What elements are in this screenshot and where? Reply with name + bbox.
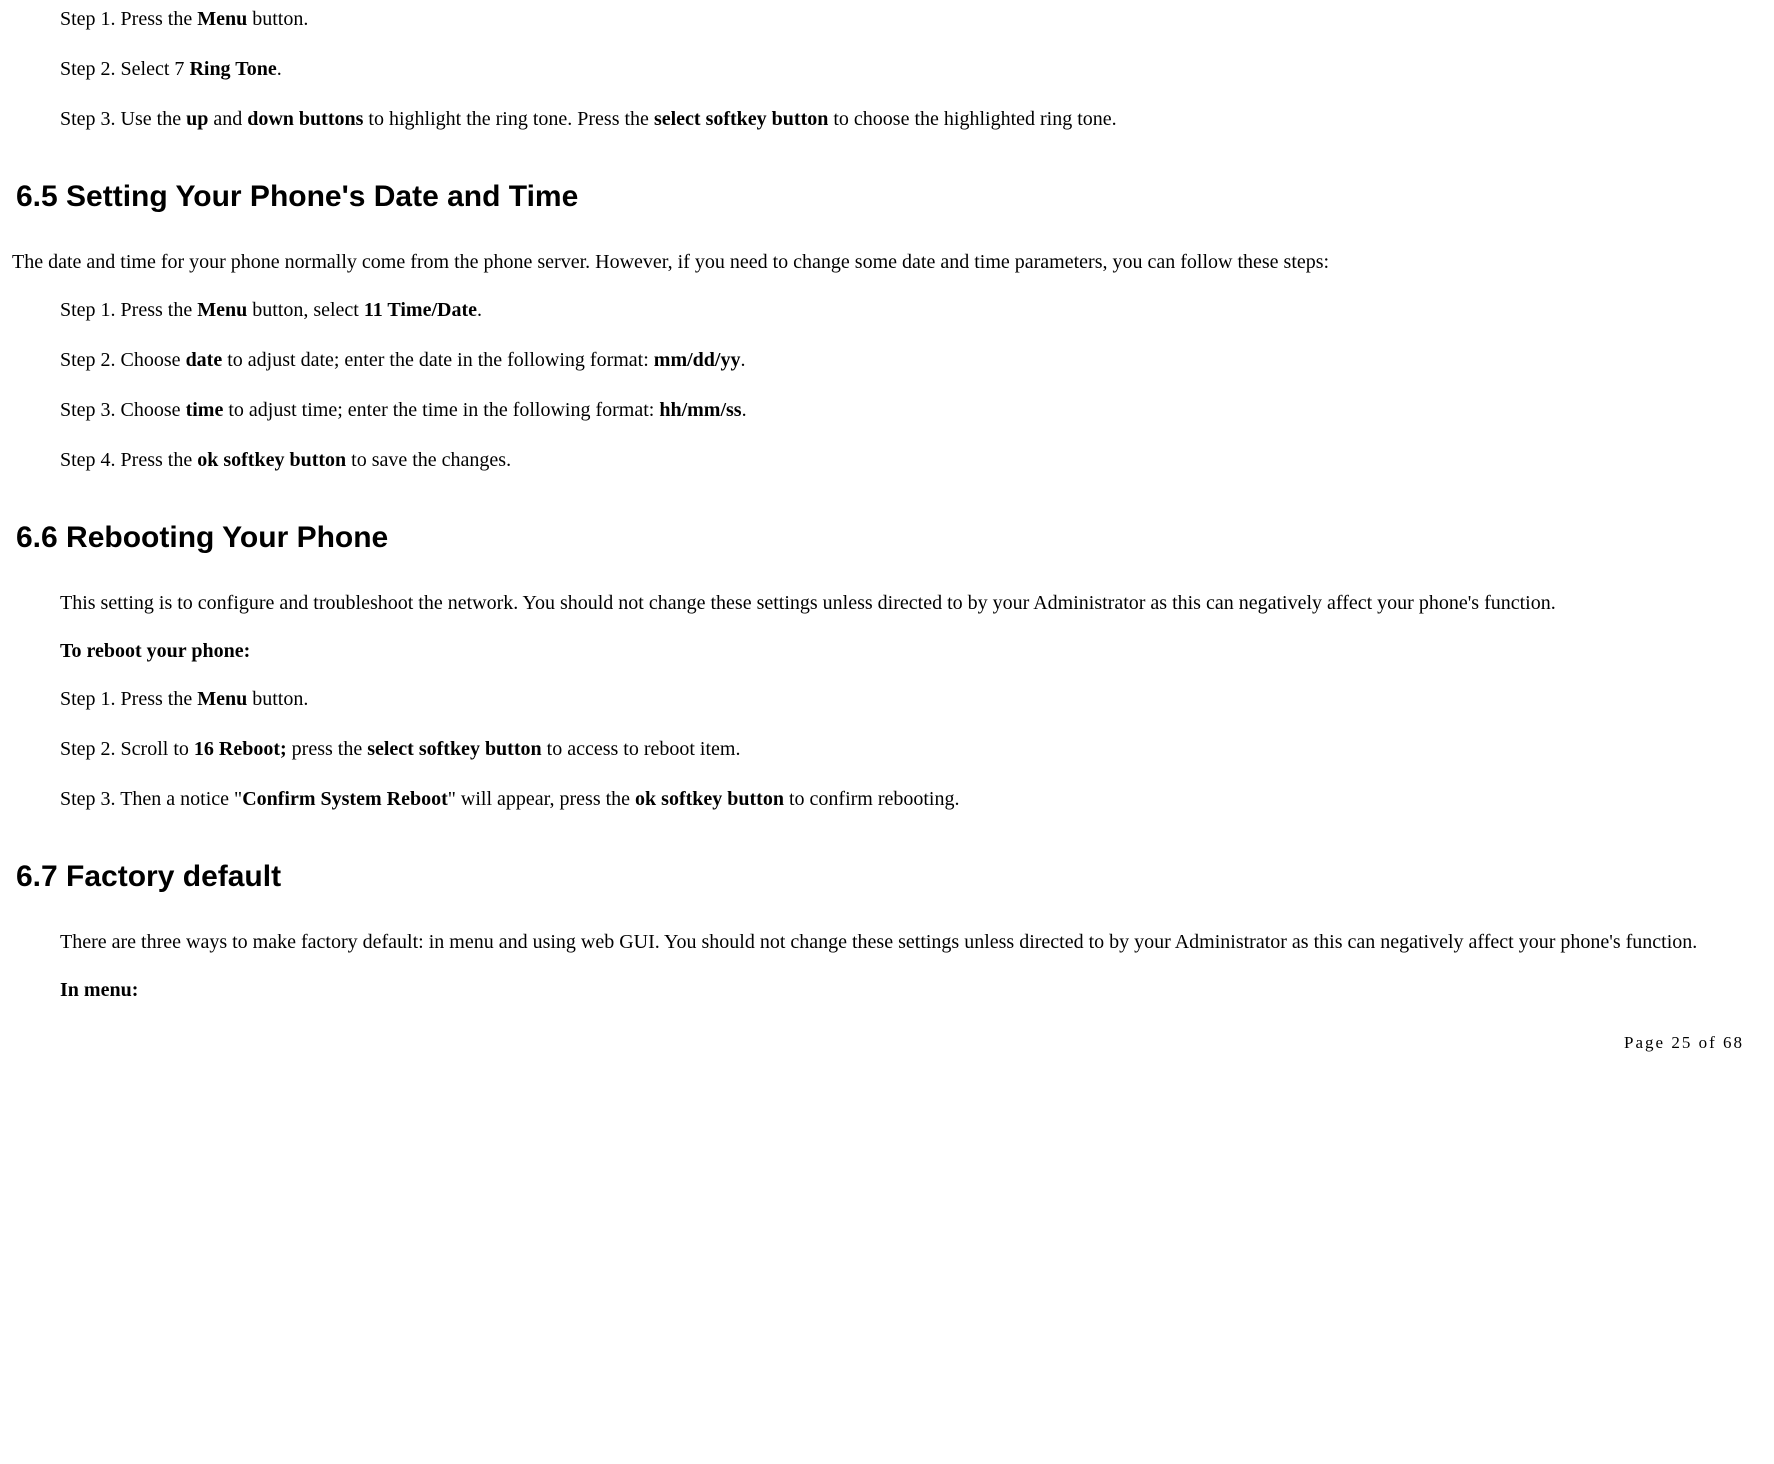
step-item: Step 2. Choose date to adjust date; ente… (10, 341, 1764, 379)
step-text: button, select (247, 299, 364, 321)
bold-text: date (186, 349, 223, 371)
step-text: to save the changes. (346, 449, 511, 471)
step-item: Step 2. Select 7 Ring Tone. (10, 50, 1764, 88)
step-text: Step 1. Press the (60, 299, 197, 321)
step-text: Step 2. Scroll to (60, 738, 194, 760)
step-text: to access to reboot item. (542, 738, 741, 760)
step-text: Step 2. Choose (60, 349, 186, 371)
step-text: Step 1. Press the (60, 688, 197, 710)
bold-text: Confirm System Reboot (242, 788, 448, 810)
step-text: . (740, 349, 745, 371)
step-text: Step 3. Use the (60, 108, 186, 130)
step-text: Step 1. Press the (60, 8, 197, 30)
bold-text: mm/dd/yy (654, 349, 741, 371)
paragraph: The date and time for your phone normall… (10, 243, 1764, 281)
paragraph: There are three ways to make factory def… (10, 923, 1764, 961)
bold-text: down buttons (247, 108, 363, 130)
bold-text: Menu (197, 8, 247, 30)
bold-text: 11 Time/Date (364, 299, 477, 321)
step-text: Step 2. Select 7 (60, 58, 189, 80)
step-text: Step 3. Then a notice " (60, 788, 242, 810)
step-item: Step 2. Scroll to 16 Reboot; press the s… (10, 730, 1764, 768)
bold-text: time (186, 399, 224, 421)
bold-text: Ring Tone (189, 58, 276, 80)
subheading: To reboot your phone: (10, 632, 1764, 670)
step-text: " will appear, press the (448, 788, 635, 810)
step-text: . (477, 299, 482, 321)
subheading: In menu: (10, 971, 1764, 1009)
section-heading-6-7: 6.7 Factory default (10, 848, 1764, 905)
page-footer: Page 25 of 68 (1624, 1027, 1744, 1059)
step-text: Step 4. Press the (60, 449, 197, 471)
bold-text: ok softkey button (197, 449, 346, 471)
section-heading-6-6: 6.6 Rebooting Your Phone (10, 509, 1764, 566)
step-item: Step 1. Press the Menu button. (10, 0, 1764, 38)
bold-text: Menu (197, 299, 247, 321)
step-item: Step 4. Press the ok softkey button to s… (10, 441, 1764, 479)
bold-text: ok softkey button (635, 788, 784, 810)
step-text: button. (247, 8, 308, 30)
step-text: to confirm rebooting. (784, 788, 960, 810)
paragraph: This setting is to configure and trouble… (10, 584, 1764, 622)
step-item: Step 1. Press the Menu button, select 11… (10, 291, 1764, 329)
step-item: Step 3. Choose time to adjust time; ente… (10, 391, 1764, 429)
step-item: Step 3. Use the up and down buttons to h… (10, 100, 1764, 138)
bold-text: Menu (197, 688, 247, 710)
bold-text: select softkey button (367, 738, 541, 760)
step-item: Step 3. Then a notice "Confirm System Re… (10, 780, 1764, 818)
step-item: Step 1. Press the Menu button. (10, 680, 1764, 718)
step-text: press the (287, 738, 368, 760)
step-text: . (277, 58, 282, 80)
step-text: Step 3. Choose (60, 399, 186, 421)
step-text: to choose the highlighted ring tone. (828, 108, 1116, 130)
step-text: . (742, 399, 747, 421)
step-text: to adjust time; enter the time in the fo… (223, 399, 659, 421)
step-text: and (208, 108, 247, 130)
bold-text: 16 Reboot; (194, 738, 287, 760)
bold-text: hh/mm/ss (659, 399, 741, 421)
bold-text: up (186, 108, 208, 130)
bold-text: select softkey button (654, 108, 828, 130)
step-text: to highlight the ring tone. Press the (363, 108, 654, 130)
step-text: button. (247, 688, 308, 710)
step-text: to adjust date; enter the date in the fo… (222, 349, 654, 371)
section-heading-6-5: 6.5 Setting Your Phone's Date and Time (10, 168, 1764, 225)
document-page: Step 1. Press the Menu button. Step 2. S… (0, 0, 1774, 1079)
